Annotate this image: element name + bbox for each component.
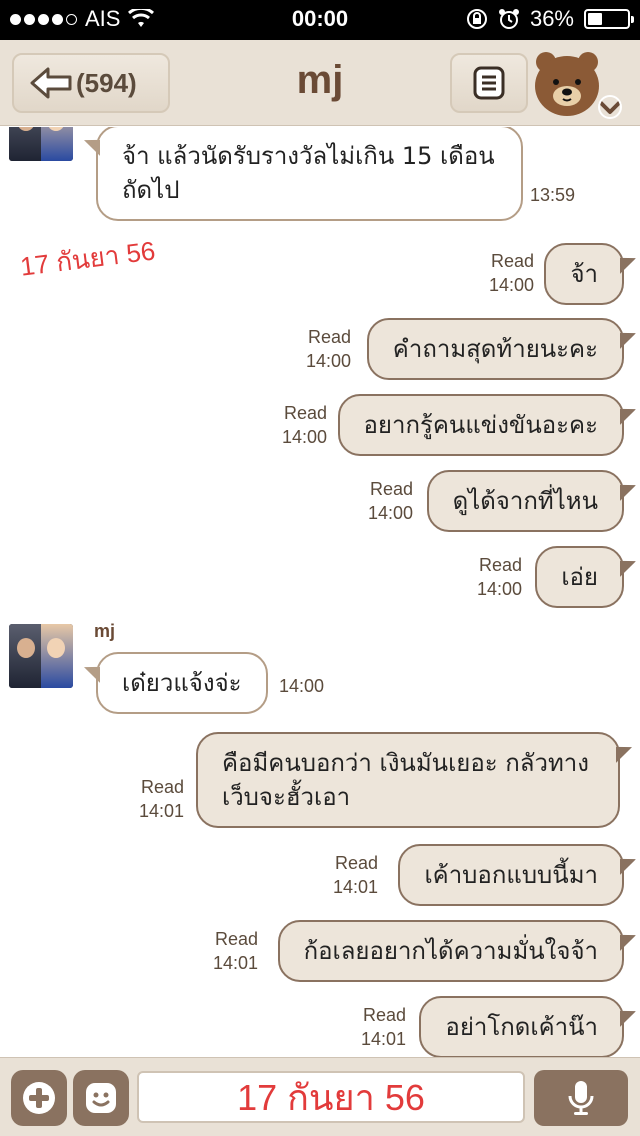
message-time: 14:00 xyxy=(279,676,325,696)
bear-sticker-icon xyxy=(535,52,622,119)
avatar[interactable] xyxy=(9,127,73,161)
message-text: เด๋ยวแจ้งจ่ะ xyxy=(122,669,242,697)
microphone-icon xyxy=(568,1081,594,1115)
read-receipt: Read 14:00 xyxy=(476,555,522,599)
message-bubble-outgoing[interactable]: เค้าบอกแบบนี้มา xyxy=(398,844,624,906)
message-text: คำถามสุดท้ายนะคะ xyxy=(392,335,598,363)
rotation-lock-icon xyxy=(466,9,487,29)
message-text: เอ่ย xyxy=(561,563,598,591)
message-text: จ้า xyxy=(570,260,598,288)
read-receipt: Read 14:00 xyxy=(367,479,413,523)
battery-percent: 36% xyxy=(529,6,574,31)
message-text: คือมีคนบอกว่า เงินมันเยอะ กลัวทาง xyxy=(222,749,589,777)
message-text: อย่าโกดเค้าน๊า xyxy=(445,1013,598,1041)
read-receipt: Read 14:01 xyxy=(360,1005,406,1049)
voice-button[interactable] xyxy=(534,1070,628,1126)
message-text: จ้า แล้วนัดรับรางวัลไม่เกิน 15 เดือน xyxy=(122,142,495,170)
message-bubble-outgoing[interactable]: ก้อเลยอยากได้ความมั่นใจจ้า xyxy=(277,920,624,982)
smiley-icon xyxy=(86,1083,116,1113)
input-bar: 17 กันยา 56 xyxy=(0,1057,640,1136)
unread-count: (594) xyxy=(76,67,137,98)
handwritten-annotation: 17 กันยา 56 xyxy=(18,235,157,282)
read-receipt: Read 14:00 xyxy=(281,403,327,447)
message-text: ก้อเลยอยากได้ความมั่นใจจ้า xyxy=(303,937,598,965)
message-text: ถัดไป xyxy=(122,176,180,204)
battery-icon xyxy=(584,9,634,29)
sticker-button[interactable] xyxy=(532,46,628,122)
avatar[interactable] xyxy=(9,624,73,688)
message-text: อยากรู้คนแข่งขันอะคะ xyxy=(363,411,599,439)
chat-header: (594) mj xyxy=(0,40,640,126)
message-bubble-outgoing[interactable]: อย่าโกดเค้าน๊า xyxy=(419,996,624,1057)
message-time: 13:59 xyxy=(530,185,576,205)
message-input-text: 17 กันยา 56 xyxy=(237,1076,425,1118)
message-bubble-outgoing[interactable]: เอ่ย xyxy=(535,546,624,608)
message-text: เค้าบอกแบบนี้มา xyxy=(424,861,598,889)
back-arrow-icon xyxy=(30,67,72,99)
read-receipt: Read 14:01 xyxy=(332,853,378,897)
alarm-icon xyxy=(498,9,519,29)
read-receipt: Read 14:01 xyxy=(212,929,258,973)
chat-title: mj xyxy=(296,58,344,102)
read-receipt: Read 14:00 xyxy=(305,327,351,371)
back-button[interactable]: (594) xyxy=(12,53,170,113)
menu-icon xyxy=(473,66,505,100)
plus-icon xyxy=(23,1082,55,1114)
message-input[interactable]: 17 กันยา 56 xyxy=(137,1071,525,1123)
emoji-button[interactable] xyxy=(73,1070,129,1126)
message-bubble-outgoing[interactable]: คือมีคนบอกว่า เงินมันเยอะ กลัวทาง เว็บจะ… xyxy=(196,732,620,828)
read-receipt: Read 14:01 xyxy=(138,777,184,821)
message-bubble-incoming[interactable]: เด๋ยวแจ้งจ่ะ xyxy=(96,652,268,714)
message-bubble-incoming[interactable]: จ้า แล้วนัดรับรางวัลไม่เกิน 15 เดือน ถัด… xyxy=(96,127,523,221)
message-bubble-outgoing[interactable]: อยากรู้คนแข่งขันอะคะ xyxy=(337,394,624,456)
message-bubble-outgoing[interactable]: คำถามสุดท้ายนะคะ xyxy=(366,318,624,380)
message-bubble-outgoing[interactable]: จ้า xyxy=(544,243,624,305)
add-button[interactable] xyxy=(11,1070,67,1126)
message-text: ดูได้จากที่ไหน xyxy=(452,487,598,515)
read-receipt: Read 14:00 xyxy=(488,251,534,295)
status-bar: AIS 00:00 36% xyxy=(0,0,640,40)
message-list[interactable]: จ้า แล้วนัดรับรางวัลไม่เกิน 15 เดือน ถัด… xyxy=(0,127,640,1057)
status-right: 36% xyxy=(466,6,634,32)
menu-button[interactable] xyxy=(450,53,528,113)
message-text: เว็บจะฮั้วเอา xyxy=(222,783,351,811)
sender-name: mj xyxy=(94,621,116,641)
message-bubble-outgoing[interactable]: ดูได้จากที่ไหน xyxy=(426,470,624,532)
